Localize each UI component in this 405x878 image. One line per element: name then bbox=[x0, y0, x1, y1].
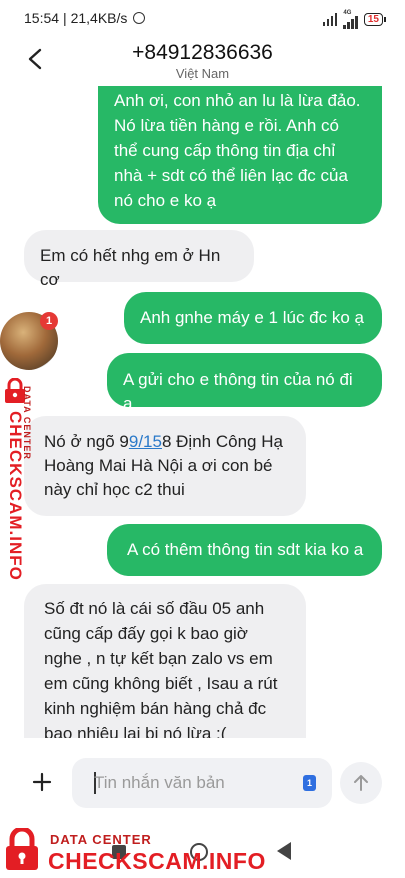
message-bubble-received[interactable]: Nó ở ngõ 99/158 Định Công Hạ Hoàng Mai H… bbox=[24, 416, 306, 516]
status-time: 15:54 bbox=[24, 10, 60, 26]
add-attachment-button[interactable] bbox=[22, 762, 62, 802]
battery-level: 15 bbox=[367, 14, 379, 25]
send-arrow-icon bbox=[354, 775, 368, 791]
sim-card-icon[interactable]: 1 bbox=[303, 775, 316, 791]
contact-country: Việt Nam bbox=[175, 66, 230, 81]
message-text: Em có hết nhg em ở Hn cơ bbox=[40, 246, 221, 289]
message-text: Số đt nó là cái số đầu 05 anh cũng cấp đ… bbox=[44, 599, 278, 738]
message-link[interactable]: 9/15 bbox=[129, 432, 162, 451]
message-text: Anh ơi, con nhỏ an lu là lừa đảo. Nó lừa… bbox=[114, 91, 361, 210]
notification-badge: 1 bbox=[40, 312, 58, 330]
plus-icon bbox=[32, 772, 52, 792]
message-bubble-received[interactable]: Em có hết nhg em ở Hn cơ bbox=[24, 230, 254, 289]
send-button[interactable] bbox=[340, 762, 382, 804]
message-text: A gửi cho e thông tin của nó đi ạ bbox=[123, 370, 353, 413]
status-left: 15:54 | 21,4KB/s bbox=[24, 10, 146, 26]
message-bubble-sent[interactable]: A gửi cho e thông tin của nó đi ạ bbox=[107, 353, 382, 413]
watermark-label-big: CHECKSCAM.INFO bbox=[6, 411, 25, 581]
message-composer: Tin nhắn văn bản 1 bbox=[0, 748, 405, 824]
signal-icon bbox=[322, 13, 338, 26]
signal-4g-icon: 4G bbox=[343, 10, 358, 29]
battery-icon: 15 bbox=[363, 13, 387, 26]
conversation-header: +84912836636 Việt Nam bbox=[0, 36, 405, 86]
watermark-label-small: DATA CENTER bbox=[50, 832, 152, 847]
message-text: A có thêm thông tin sdt kia ko a bbox=[127, 540, 364, 559]
alarm-icon bbox=[133, 12, 146, 24]
message-bubble-received[interactable]: Số đt nó là cái số đầu 05 anh cũng cấp đ… bbox=[24, 584, 306, 738]
message-bubble-sent[interactable]: A có thêm thông tin sdt kia ko a bbox=[107, 524, 382, 576]
watermark-bottom: DATA CENTER CHECKSCAM.INFO bbox=[0, 826, 300, 878]
message-bubble-sent[interactable]: Anh gnhe máy e 1 lúc đc ko ạ bbox=[124, 292, 382, 344]
message-input-placeholder: Tin nhắn văn bản bbox=[94, 773, 225, 792]
contact-number[interactable]: +84912836636 bbox=[0, 41, 405, 65]
message-bubble-sent[interactable]: Anh ơi, con nhỏ an lu là lừa đảo. Nó lừa… bbox=[98, 86, 382, 224]
status-bar: 15:54 | 21,4KB/s 4G 15 bbox=[0, 0, 405, 36]
lock-logo-icon bbox=[6, 828, 38, 870]
status-speed: | 21,4KB/s bbox=[63, 10, 128, 26]
status-right: 4G 15 bbox=[322, 10, 387, 29]
message-input[interactable]: Tin nhắn văn bản 1 bbox=[72, 758, 332, 808]
watermark-side: 1 DATA CENTER CHECKSCAM.INFO bbox=[0, 312, 64, 582]
message-text: Anh gnhe máy e 1 lúc đc ko ạ bbox=[140, 308, 364, 327]
watermark-label-big: CHECKSCAM.INFO bbox=[48, 848, 266, 874]
